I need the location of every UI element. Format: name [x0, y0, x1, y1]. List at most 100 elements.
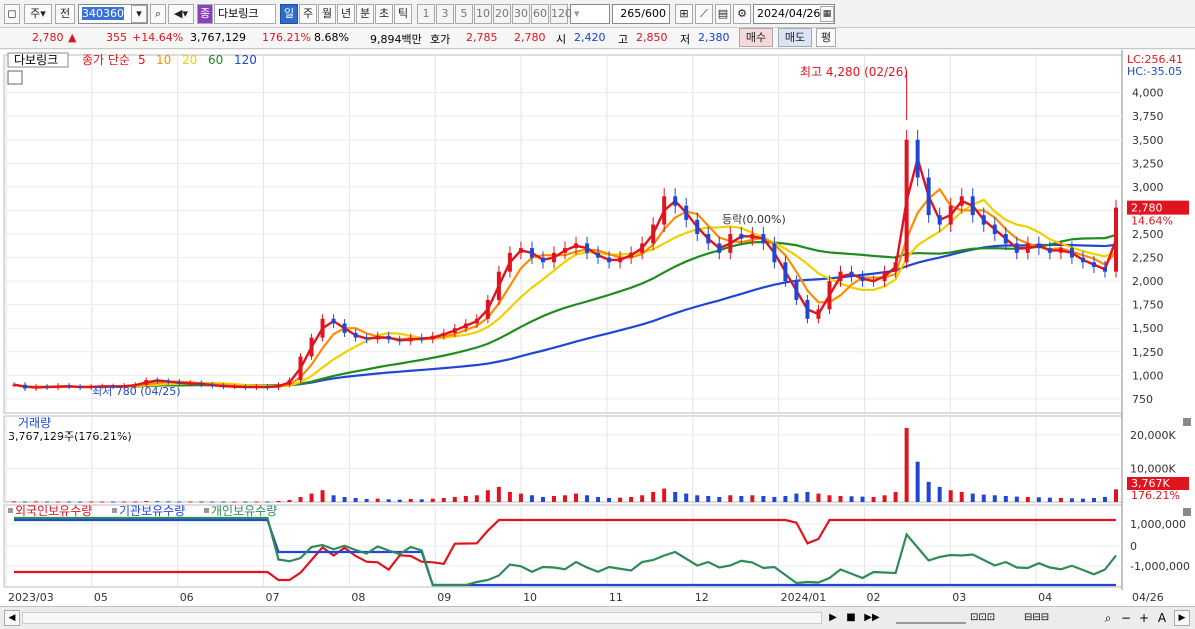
period-button-4[interactable]: 분 — [356, 4, 374, 24]
volume-bar-66 — [739, 495, 744, 502]
period-button-1[interactable]: 주 — [299, 4, 317, 24]
period-button-5[interactable]: 초 — [375, 4, 393, 24]
high-price: 2,850 — [636, 31, 668, 44]
volume-bar-19 — [221, 501, 226, 503]
candle-body-74 — [827, 281, 832, 310]
volume-ratio: 176.21% — [262, 31, 311, 44]
stock-name-field[interactable]: 다보링크 — [214, 4, 276, 24]
volume-bar-25 — [287, 499, 292, 502]
gear-icon[interactable]: ⚙ — [733, 4, 751, 24]
custom-period-field[interactable]: ▾ — [570, 4, 610, 24]
calendar-icon[interactable]: ▦ — [820, 6, 834, 22]
sound-icon[interactable]: ◀▾ — [168, 4, 194, 24]
minute-button-5[interactable]: 5 — [455, 4, 473, 24]
search-icon[interactable]: ⌕ — [150, 4, 166, 24]
scroll-left-icon[interactable]: ◀ — [4, 610, 20, 626]
x-tick-label-5: 09 — [437, 591, 451, 604]
minute-button-120[interactable]: 120 — [550, 4, 572, 24]
market-select[interactable]: 주▾ — [24, 4, 52, 24]
y-tick-label-11: 1,250 — [1132, 346, 1164, 359]
candle-body-70 — [783, 262, 788, 282]
volume-bar-77 — [860, 496, 865, 502]
volume-bar-40 — [452, 496, 457, 502]
period-button-3[interactable]: 년 — [337, 4, 355, 24]
grid-icons[interactable]: ⊡⊡⊡ — [970, 610, 1020, 626]
buy-button[interactable]: 매수 — [739, 28, 773, 47]
volume-bar-94 — [1047, 497, 1052, 502]
sell-button[interactable]: 매도 — [778, 28, 812, 47]
volume-bar-28 — [320, 490, 325, 502]
minute-button-1[interactable]: 1 — [417, 4, 435, 24]
status-bar: ◀ ▶ ■ ▶▶ ⊡⊡⊡ ⊟⊟⊟ ⌕ − + A ▶ — [0, 606, 1195, 629]
y-tick-label-2: 3,500 — [1132, 134, 1164, 147]
candle-body-83 — [926, 177, 931, 216]
stock-badge: 종 — [197, 4, 213, 24]
x-tick-label-4: 08 — [351, 591, 365, 604]
holdings-tick-1: 0 — [1130, 540, 1137, 553]
volume-bar-22 — [254, 501, 259, 503]
volume-bar-13 — [155, 501, 160, 503]
volume-bar-31 — [353, 497, 358, 502]
period-button-0[interactable]: 일 — [280, 4, 298, 24]
candle-body-34 — [386, 335, 391, 340]
ma-legend-label: 종가 단순 — [82, 53, 130, 67]
candle-body-77 — [860, 276, 865, 282]
chart-settings-icon[interactable]: ⊞ — [675, 4, 693, 24]
volume-bar-95 — [1058, 497, 1063, 502]
volume-bar-81 — [904, 428, 909, 502]
window-icon[interactable]: ◻ — [4, 4, 20, 24]
minute-button-60[interactable]: 60 — [531, 4, 549, 24]
minute-button-3[interactable]: 3 — [436, 4, 454, 24]
date-value: 2024/04/26 — [757, 7, 821, 20]
candle-body-36 — [408, 337, 413, 342]
view-icons[interactable]: ⊟⊟⊟ — [1024, 610, 1074, 626]
zoom-slider[interactable] — [896, 612, 966, 624]
volume-bar-10 — [122, 501, 127, 503]
minute-button-20[interactable]: 20 — [493, 4, 511, 24]
zoom-minus-button[interactable]: − — [1118, 609, 1134, 627]
volume-tick-0: 20,000K — [1130, 429, 1176, 442]
hoga-label: 호가 — [430, 33, 451, 46]
holdings-legend-marker-2 — [204, 508, 209, 513]
prev-button[interactable]: 전 — [55, 4, 75, 24]
eval-button[interactable]: 평 — [816, 28, 836, 47]
y-tick-label-10: 1,500 — [1132, 322, 1164, 335]
font-button[interactable]: A — [1154, 609, 1170, 627]
volume-bar-63 — [706, 495, 711, 502]
minute-button-10[interactable]: 10 — [474, 4, 492, 24]
candle-body-33 — [375, 335, 380, 340]
count-field[interactable]: 265/600 — [612, 4, 670, 24]
volume-bar-1 — [23, 501, 28, 503]
zoom-search-icon[interactable]: ⌕ — [1100, 609, 1116, 627]
volume-bar-32 — [364, 498, 369, 502]
candle-body-78 — [871, 281, 876, 283]
chart-area[interactable]: 2023/03 05 06 07 08 09 10 11 12 2024/01 02 03 04 04/2… — [0, 50, 1195, 606]
y-tick-label-9: 1,750 — [1132, 299, 1164, 312]
save-icon[interactable]: ▤ — [715, 4, 731, 24]
volume-bar-73 — [816, 493, 821, 502]
volume-bar-34 — [386, 499, 391, 502]
zoom-plus-button[interactable]: + — [1136, 609, 1152, 627]
bid-price: 2,780 — [514, 31, 546, 44]
period-button-6[interactable]: 틱 — [394, 4, 412, 24]
candle-body-26 — [298, 356, 303, 381]
candle-body-62 — [695, 219, 700, 234]
horizontal-scrollbar[interactable] — [22, 612, 822, 624]
candle-body-90 — [1003, 234, 1008, 244]
period-button-2[interactable]: 월 — [318, 4, 336, 24]
volume-bar-60 — [673, 491, 678, 502]
line-tool-icon[interactable]: ⟋ — [695, 4, 713, 24]
code-dropdown-icon[interactable]: ▾ — [131, 5, 147, 23]
holdings-panel-close-icon — [1183, 508, 1191, 516]
scroll-right-icon[interactable]: ▶ — [1174, 610, 1190, 626]
stop-icon[interactable]: ■ — [844, 610, 858, 626]
volume-bar-90 — [1003, 495, 1008, 502]
y-tick-label-1: 3,750 — [1132, 110, 1164, 123]
fast-forward-icon[interactable]: ▶▶ — [862, 610, 882, 626]
volume-bar-49 — [551, 495, 556, 502]
next-icon[interactable]: ▶ — [826, 610, 840, 626]
volume-bar-56 — [629, 496, 634, 502]
candle-body-16 — [188, 382, 193, 384]
candle-body-71 — [794, 281, 799, 300]
minute-button-30[interactable]: 30 — [512, 4, 530, 24]
